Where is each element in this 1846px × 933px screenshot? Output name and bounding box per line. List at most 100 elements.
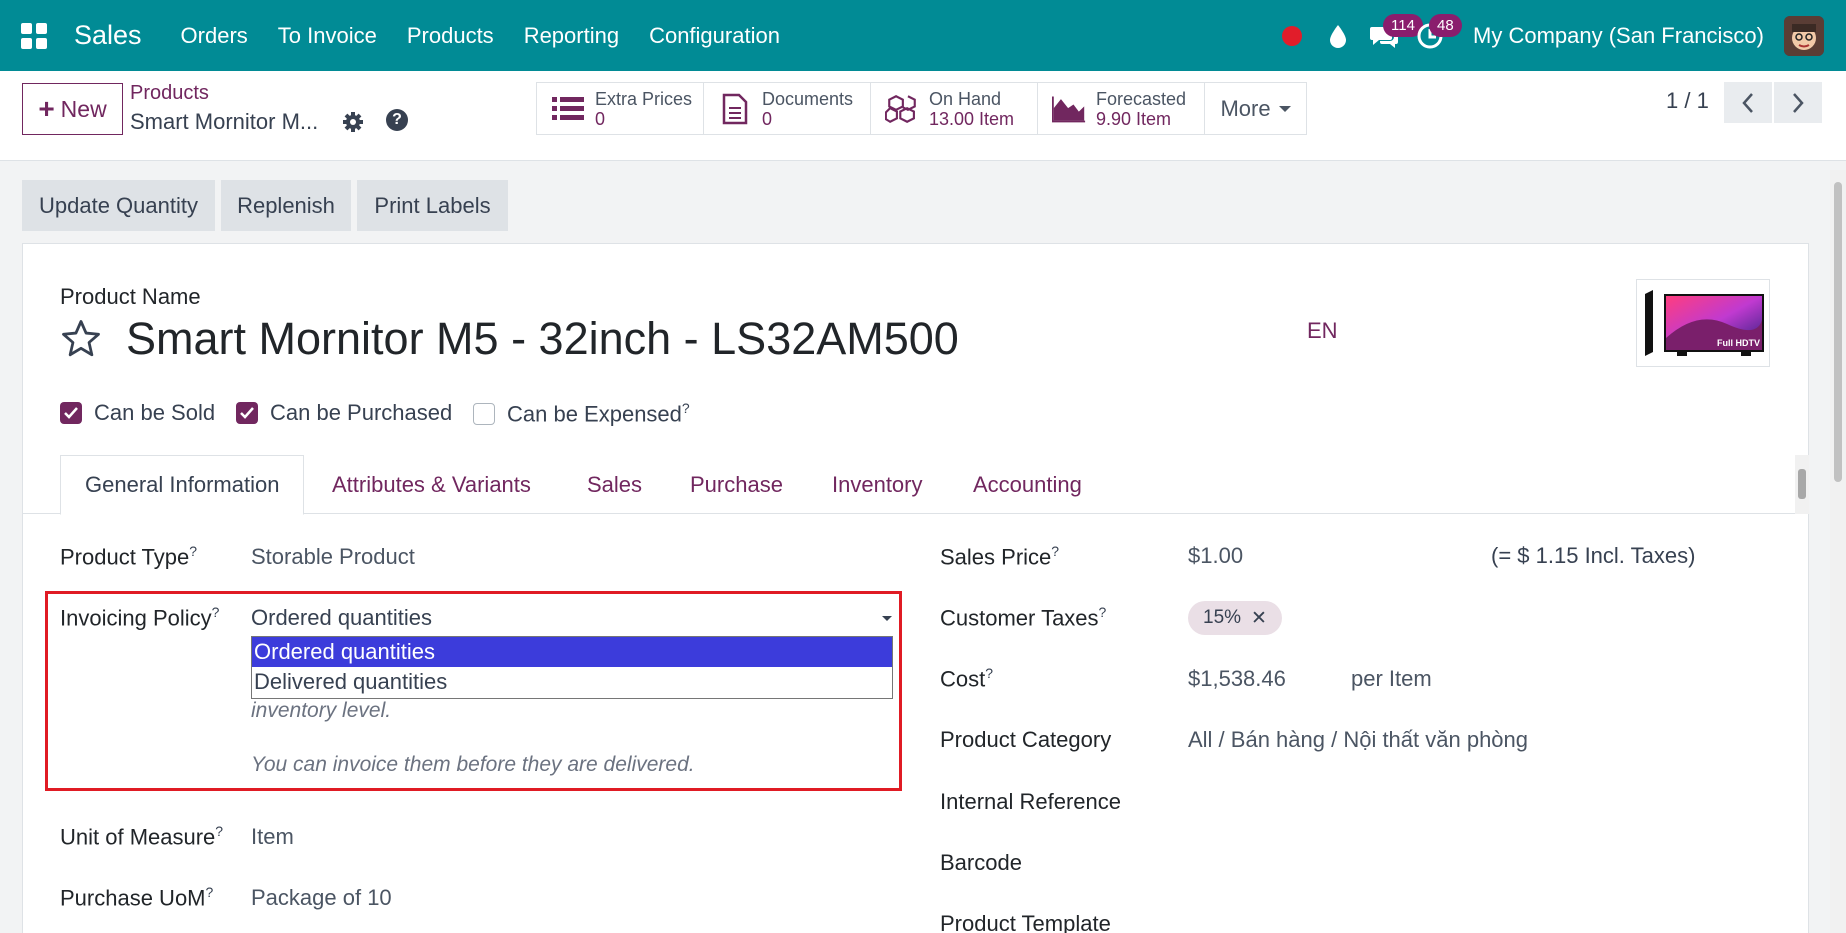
- documents-value: 0: [762, 108, 773, 129]
- can-be-sold-label: Can be Sold: [94, 400, 216, 425]
- tab-inventory[interactable]: Inventory: [832, 455, 923, 514]
- close-icon[interactable]: ✕: [1251, 607, 1267, 630]
- customer-taxes-label: Customer Taxes?: [940, 604, 1107, 631]
- top-navbar: Sales Orders To Invoice Products Reporti…: [0, 0, 1846, 71]
- tax-tag-label: 15%: [1203, 607, 1242, 628]
- documents-label: Documents: [762, 88, 854, 109]
- product-image[interactable]: Full HDTV: [1636, 279, 1770, 367]
- option-ordered-quantities[interactable]: Ordered quantities: [252, 637, 892, 667]
- forecasted-value: 9.90 Item: [1096, 108, 1172, 129]
- barcode-label: Barcode: [940, 850, 1022, 875]
- product-type-label: Product Type?: [60, 543, 198, 570]
- invoicing-policy-value: Ordered quantities: [251, 605, 432, 630]
- tab-accounting[interactable]: Accounting: [973, 455, 1082, 514]
- pager-next-button[interactable]: [1774, 82, 1822, 123]
- area-chart-icon: [1052, 92, 1086, 126]
- extra-prices-label: Extra Prices: [595, 88, 693, 109]
- language-button[interactable]: EN: [1307, 318, 1338, 344]
- on-hand-label: On Hand: [929, 88, 1002, 109]
- uom-value[interactable]: Item: [251, 824, 294, 850]
- can-be-expensed-label: Can be Expensed: [507, 401, 682, 427]
- pager-previous-button[interactable]: [1724, 82, 1772, 123]
- recording-icon[interactable]: [1269, 0, 1315, 71]
- purchase-uom-label: Purchase UoM?: [60, 884, 214, 911]
- droplet-icon[interactable]: [1315, 0, 1361, 71]
- extra-prices-value: 0: [595, 108, 606, 129]
- sales-price-label: Sales Price?: [940, 543, 1060, 570]
- cost-label: Cost?: [940, 665, 994, 692]
- cost-unit: per Item: [1351, 666, 1432, 691]
- checkbox-checked-icon: [60, 402, 82, 424]
- breadcrumb-products[interactable]: Products: [130, 82, 209, 105]
- cost-value[interactable]: $1,538.46: [1188, 666, 1286, 692]
- on-hand-value: 13.00 Item: [929, 108, 1015, 129]
- more-button[interactable]: More: [1205, 83, 1306, 134]
- forecasted-button[interactable]: Forecasted 9.90 Item: [1038, 83, 1205, 134]
- tab-general-information[interactable]: General Information: [60, 455, 305, 515]
- invoicing-help-line2: You can invoice them before they are del…: [251, 753, 695, 776]
- option-delivered-quantities[interactable]: Delivered quantities: [252, 667, 892, 697]
- more-label: More: [1220, 95, 1271, 121]
- documents-button[interactable]: Documents 0: [704, 83, 871, 134]
- help-icon[interactable]: ?: [386, 109, 408, 131]
- update-quantity-button[interactable]: Update Quantity: [22, 180, 215, 231]
- can-be-purchased-label: Can be Purchased: [270, 400, 453, 425]
- app-name[interactable]: Sales: [68, 20, 148, 51]
- new-button[interactable]: + New: [22, 83, 123, 135]
- tab-purchase[interactable]: Purchase: [690, 455, 783, 514]
- chevron-right-icon: [1793, 92, 1804, 113]
- star-icon[interactable]: [60, 318, 102, 365]
- sales-price-value[interactable]: $1.00: [1188, 543, 1243, 569]
- caret-down-icon: [882, 615, 892, 621]
- gear-icon[interactable]: [342, 111, 364, 138]
- menu-orders[interactable]: Orders: [166, 23, 263, 49]
- page-scrollbar[interactable]: [1830, 170, 1846, 933]
- product-type-value[interactable]: Storable Product: [251, 544, 415, 570]
- image-caption: Full HDTV: [1717, 338, 1760, 348]
- internal-reference-label: Internal Reference: [940, 789, 1121, 814]
- breadcrumb-current: Smart Mornitor M...: [130, 109, 319, 134]
- on-hand-button[interactable]: On Hand 13.00 Item: [871, 83, 1038, 134]
- pager-value[interactable]: 1 / 1: [1666, 88, 1709, 114]
- tabs-scrollbar[interactable]: [1795, 455, 1809, 514]
- document-icon: [718, 92, 752, 126]
- control-panel: + New Products Smart Mornitor M... ? Extr…: [0, 71, 1846, 161]
- list-icon: [551, 92, 585, 126]
- tab-attributes-variants[interactable]: Attributes & Variants: [332, 455, 531, 514]
- menu-configuration[interactable]: Configuration: [634, 23, 795, 49]
- smart-button-bar: Extra Prices 0 Documents 0 On Hand 13.00 It…: [536, 82, 1307, 135]
- activities-icon[interactable]: 48: [1407, 0, 1462, 71]
- extra-prices-button[interactable]: Extra Prices 0: [537, 83, 704, 134]
- tax-tag[interactable]: 15% ✕: [1188, 601, 1282, 635]
- new-button-label: New: [60, 95, 107, 122]
- company-switcher[interactable]: My Company (San Francisco): [1473, 23, 1764, 49]
- chevron-left-icon: [1742, 92, 1753, 113]
- product-category-value[interactable]: All / Bán hàng / Nội thất văn phòng: [1188, 727, 1528, 753]
- can-be-sold-checkbox[interactable]: Can be Sold: [60, 400, 215, 426]
- user-avatar[interactable]: [1784, 15, 1824, 56]
- checkbox-unchecked-icon: [473, 402, 495, 425]
- apps-menu-icon[interactable]: [0, 0, 68, 71]
- activities-badge: 48: [1429, 14, 1462, 37]
- product-template-label: Product Template: [940, 911, 1111, 933]
- invoicing-policy-select[interactable]: Ordered quantities: [251, 601, 894, 635]
- menu-products[interactable]: Products: [392, 23, 509, 49]
- product-name-input[interactable]: Smart Mornitor M5 - 32inch - LS32AM500: [126, 313, 959, 365]
- cubes-icon: [885, 92, 919, 126]
- replenish-button[interactable]: Replenish: [221, 180, 351, 231]
- menu-to-invoice[interactable]: To Invoice: [263, 23, 392, 49]
- checkbox-checked-icon: [236, 402, 258, 424]
- can-be-purchased-checkbox[interactable]: Can be Purchased: [236, 400, 452, 426]
- can-be-expensed-checkbox[interactable]: Can be Expensed?: [473, 400, 690, 427]
- messages-icon[interactable]: 114: [1361, 0, 1423, 71]
- incl-taxes-value: (= $ 1.15 Incl. Taxes): [1491, 543, 1696, 568]
- print-labels-button[interactable]: Print Labels: [357, 180, 508, 231]
- invoicing-policy-label: Invoicing Policy?: [60, 604, 220, 631]
- tab-sales[interactable]: Sales: [587, 455, 642, 514]
- product-name-label: Product Name: [60, 284, 201, 309]
- menu-reporting[interactable]: Reporting: [509, 23, 634, 49]
- notebook-tabs: General Information Attributes & Variant…: [22, 455, 1809, 515]
- purchase-uom-value[interactable]: Package of 10: [251, 885, 392, 911]
- tooltip-icon[interactable]: ?: [682, 400, 690, 416]
- product-category-label: Product Category: [940, 727, 1112, 752]
